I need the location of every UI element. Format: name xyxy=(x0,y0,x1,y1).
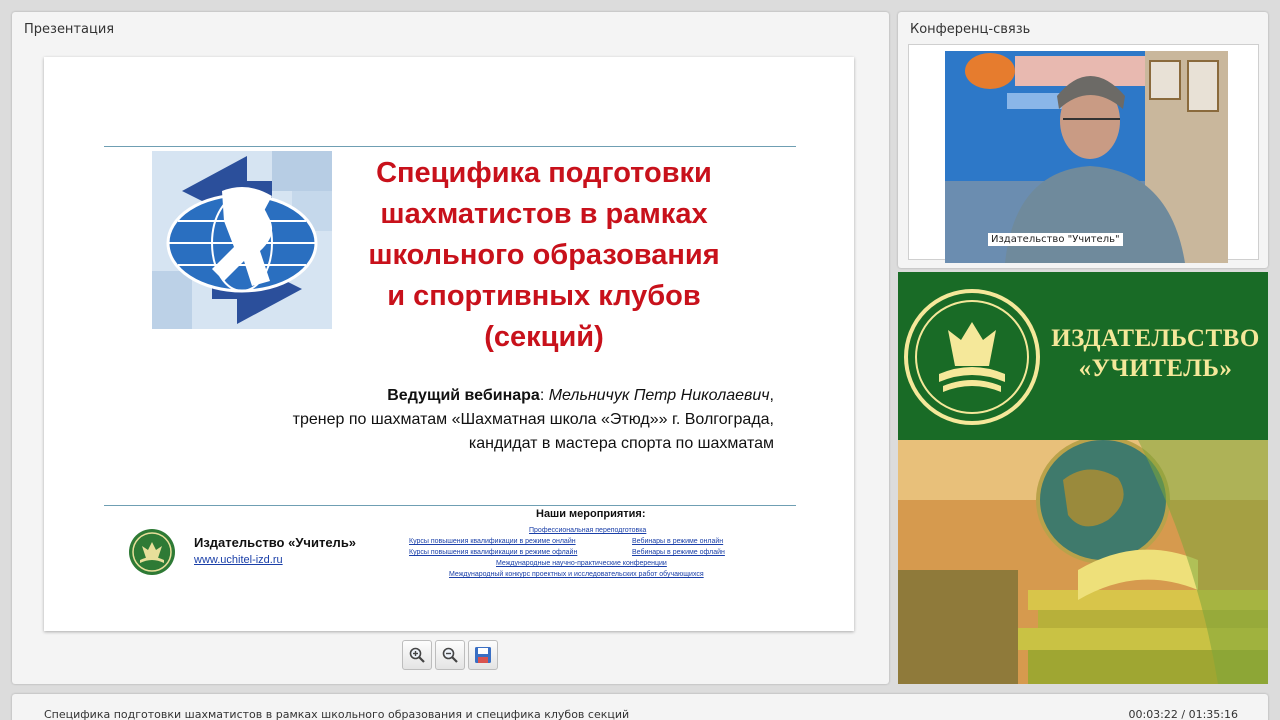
presenter-info: Ведущий вебинара: Мельничук Петр Николае… xyxy=(293,384,774,456)
slide-top-rule xyxy=(104,146,796,147)
slide-title: Специфика подготовки шахматистов в рамка… xyxy=(314,153,774,358)
slide-title-line: Специфика подготовки xyxy=(376,157,712,189)
video-frame: Издательство "Учитель" xyxy=(908,44,1259,263)
chess-logo-image xyxy=(152,151,332,329)
zoom-in-icon xyxy=(409,647,425,663)
camera-label: Издательство "Учитель" xyxy=(988,233,1123,246)
status-bar: Специфика подготовки шахматистов в рамка… xyxy=(12,694,1268,720)
event-link[interactable]: Вебинары в режиме офлайн xyxy=(632,549,725,556)
slide-title-line: школьного образования xyxy=(368,239,720,271)
footer-website-link[interactable]: www.uchitel-izd.ru xyxy=(194,554,283,566)
zoom-in-button[interactable] xyxy=(402,640,432,670)
event-link[interactable]: Международные научно-практические конфер… xyxy=(496,560,667,567)
conference-panel-title: Конференц-связь xyxy=(910,22,1031,37)
footer-brand: Издательство «Учитель» xyxy=(194,535,357,550)
webcam-video xyxy=(945,51,1228,263)
publisher-emblem-icon xyxy=(904,289,1040,425)
books-globe-illustration xyxy=(898,436,1268,684)
save-button[interactable] xyxy=(468,640,498,670)
event-link[interactable]: Курсы повышения квалификации в режиме он… xyxy=(409,538,576,545)
events-title-text: Наши мероприятия xyxy=(536,508,642,520)
presenter-label: Ведущий вебинара xyxy=(387,387,540,404)
publisher-banner-line: «УЧИТЕЛЬ» xyxy=(1078,355,1233,382)
presenter-name: Мельничук Петр Николаевич xyxy=(548,387,770,404)
zoom-out-icon xyxy=(442,647,458,663)
publisher-banner-line: ИЗДАТЕЛЬСТВО xyxy=(1051,325,1260,352)
save-icon xyxy=(475,647,491,663)
slide-toolbar xyxy=(402,640,498,670)
slide-bottom-rule xyxy=(104,505,796,506)
presenter-role: тренер по шахматам «Шахматная школа «Этю… xyxy=(292,411,774,428)
event-link[interactable]: Профессиональная переподготовка xyxy=(529,527,646,534)
presentation-slide: Специфика подготовки шахматистов в рамка… xyxy=(44,57,854,631)
publisher-banner: ИЗДАТЕЛЬСТВО «УЧИТЕЛЬ» xyxy=(898,272,1268,684)
presenter-rank: кандидат в мастера спорта по шахматам xyxy=(468,435,774,452)
event-link[interactable]: Вебинары в режиме онлайн xyxy=(632,538,723,545)
webinar-title: Специфика подготовки шахматистов в рамка… xyxy=(44,708,630,720)
playback-time: 00:03:22 / 01:35:16 xyxy=(1128,708,1238,720)
presentation-panel-title: Презентация xyxy=(24,22,115,37)
slide-title-line: (секций) xyxy=(484,321,604,353)
event-link[interactable]: Курсы повышения квалификации в режиме оф… xyxy=(409,549,577,556)
presentation-panel: Презентация Специфика подготовки шахмати… xyxy=(12,12,889,684)
webcam-image xyxy=(945,51,1228,263)
books-globe-image xyxy=(898,436,1268,684)
zoom-out-button[interactable] xyxy=(435,640,465,670)
events-title: Наши мероприятия: xyxy=(536,508,646,520)
conference-panel: Конференц-связь Издательство "Учитель" xyxy=(898,12,1268,268)
publisher-logo-icon xyxy=(129,529,175,575)
event-link[interactable]: Международный конкурс проектных и исслед… xyxy=(449,571,704,578)
slide-title-line: и спортивных клубов xyxy=(387,280,701,312)
publisher-banner-top: ИЗДАТЕЛЬСТВО «УЧИТЕЛЬ» xyxy=(898,272,1268,440)
slide-title-line: шахматистов в рамках xyxy=(380,198,708,230)
publisher-banner-text: ИЗДАТЕЛЬСТВО «УЧИТЕЛЬ» xyxy=(1048,324,1263,384)
